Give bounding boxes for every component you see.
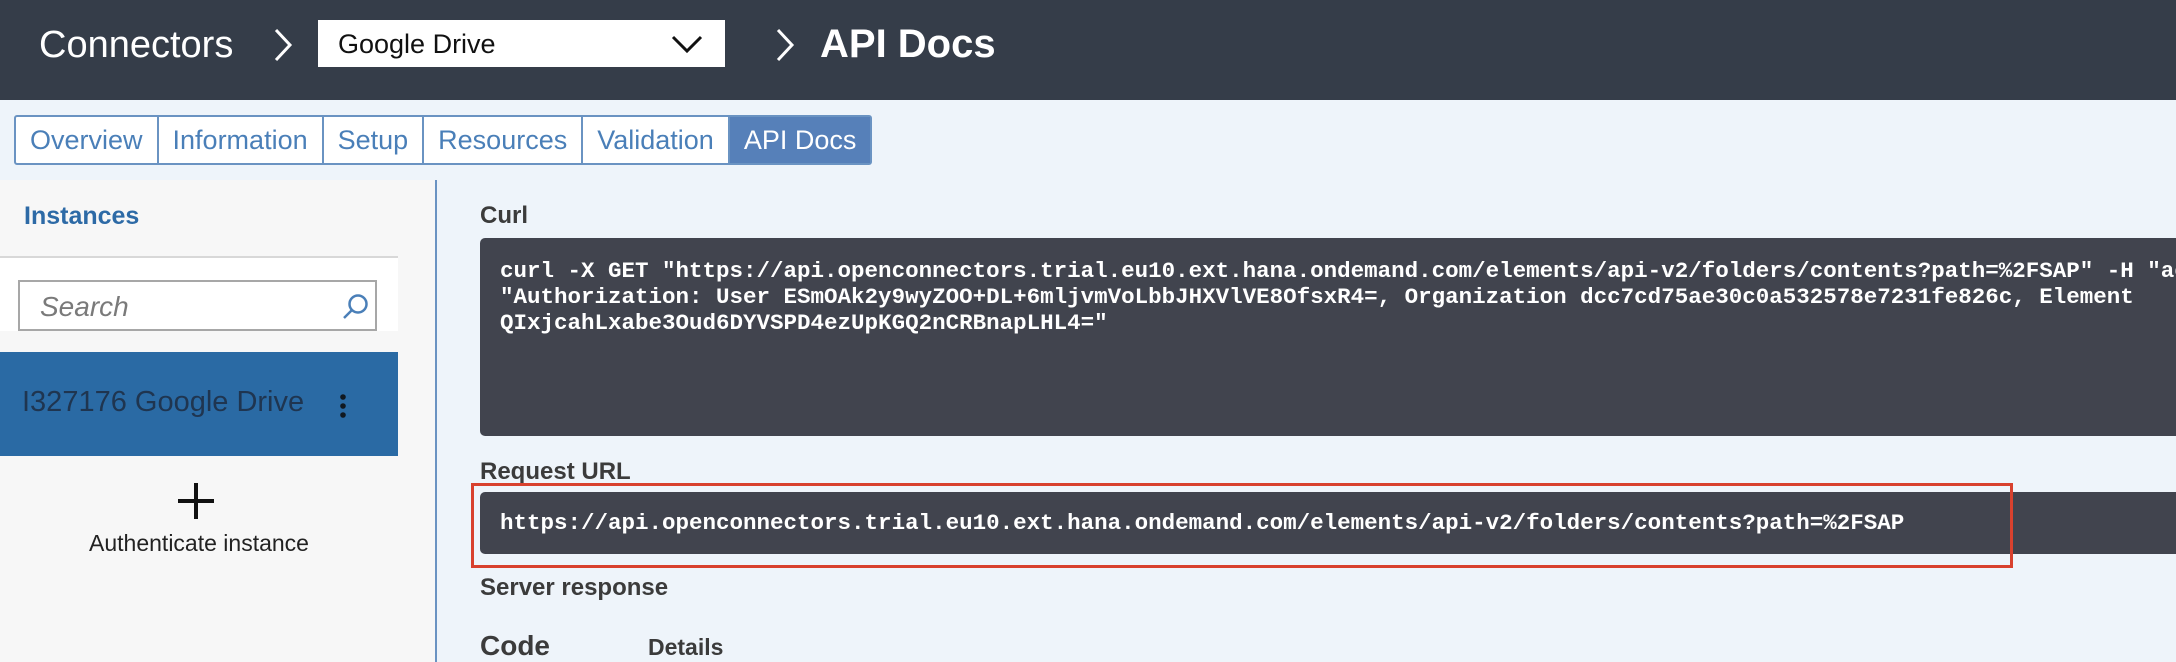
tab-information[interactable]: Information	[159, 117, 324, 163]
server-response-label: Server response	[480, 574, 669, 601]
authenticate-label: Authenticate instance	[89, 530, 309, 556]
connector-select[interactable]: Google Drive	[318, 20, 725, 67]
authenticate-instance-button[interactable]: Authenticate instance	[0, 480, 398, 580]
tab-api-docs[interactable]: API Docs	[729, 117, 871, 163]
curl-label: Curl	[480, 202, 528, 229]
search-icon[interactable]	[341, 292, 371, 322]
tab-setup[interactable]: Setup	[324, 117, 425, 163]
column-header-details: Details	[648, 634, 724, 660]
chevron-down-icon	[671, 34, 703, 54]
tab-resources[interactable]: Resources	[424, 117, 584, 163]
page-title: API Docs	[820, 22, 996, 66]
chevron-right-icon	[272, 26, 294, 64]
connector-select-value: Google Drive	[338, 29, 496, 59]
curl-code-block: curl -X GET "https://api.openconnectors.…	[480, 238, 2176, 436]
highlight-annotation	[471, 483, 2013, 568]
curl-line: "Authorization: User ESmOAk2y9wyZOO+DL+6…	[500, 284, 2134, 310]
tab-bar: Overview Information Setup Resources Val…	[14, 115, 873, 165]
request-url-label: Request URL	[480, 458, 631, 485]
curl-line: curl -X GET "https://api.openconnectors.…	[500, 258, 2176, 284]
instances-title: Instances	[24, 202, 140, 230]
search-field[interactable]	[18, 280, 377, 331]
search-input[interactable]	[38, 290, 342, 324]
column-header-code: Code	[480, 630, 550, 661]
plus-icon	[175, 480, 217, 522]
breadcrumb-connectors[interactable]: Connectors	[39, 22, 233, 68]
kebab-menu-icon[interactable]	[338, 392, 348, 420]
instances-panel: Instances I327176 Google Drive Authentic…	[0, 180, 437, 662]
tab-overview[interactable]: Overview	[16, 117, 159, 163]
tab-validation[interactable]: Validation	[583, 117, 730, 163]
top-header: Connectors Google Drive API Docs	[0, 0, 2176, 100]
instance-name: I327176 Google Drive	[22, 386, 305, 418]
instance-card[interactable]: I327176 Google Drive	[0, 352, 398, 456]
chevron-right-icon	[774, 26, 796, 64]
curl-line: QIxjcahLxabe3Oud6DYVSPD4ezUpKGQ2nCRBnapL…	[500, 310, 1108, 336]
